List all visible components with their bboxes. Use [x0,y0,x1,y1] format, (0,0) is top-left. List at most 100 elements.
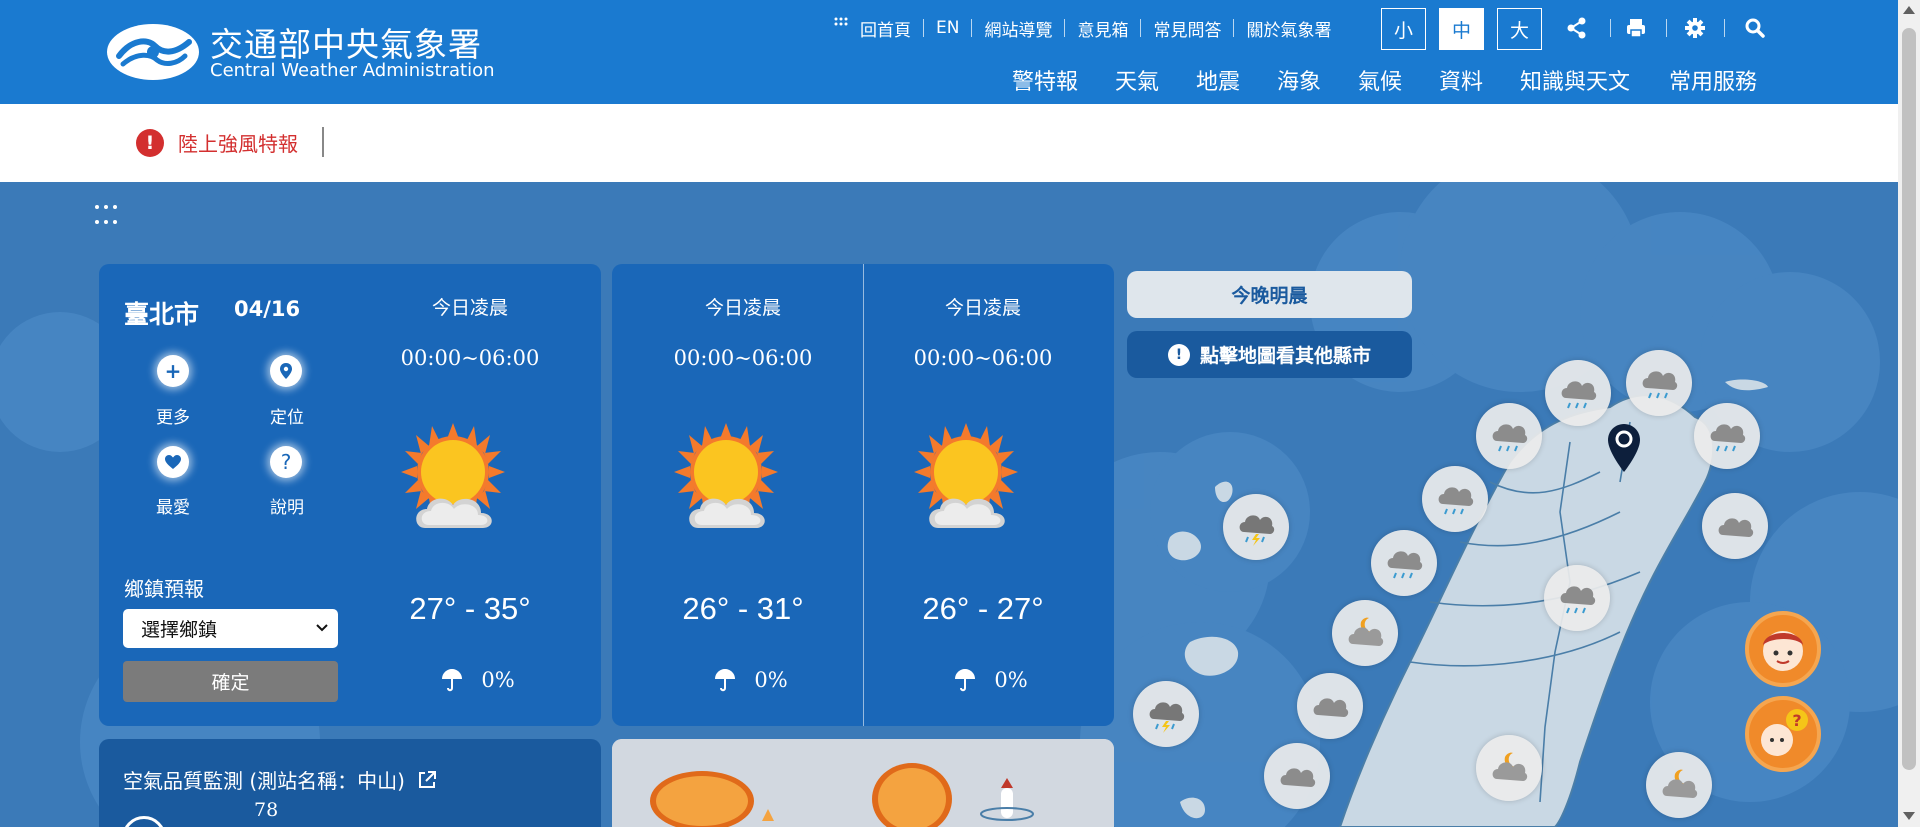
divider [1724,19,1725,37]
gear-icon[interactable] [1684,17,1706,39]
divider [863,264,864,726]
town-forecast-label: 鄉鎮預報 [124,577,204,601]
font-size-medium-button[interactable]: 中 [1439,8,1484,50]
external-link-icon [419,771,437,788]
divider [322,127,324,157]
rain-probability-value: 0% [481,668,515,692]
plus-icon: + [157,355,189,387]
other-counties-label: 點擊地圖看其他縣市 [1199,345,1371,367]
rain-probability: 0% [897,668,1097,692]
util-link-sitemap[interactable]: 網站導覽 [984,16,1052,41]
util-link-feedback[interactable]: 意見箱 [1077,16,1128,41]
grid-menu-icon[interactable] [834,17,848,31]
map-cloudy-icon[interactable] [1264,743,1330,809]
period-time: 00:00~06:00 [673,346,813,370]
site-title-en[interactable]: Central Weather Administration [210,60,494,81]
map-partly-cloudy-night-icon[interactable] [1646,752,1712,818]
air-quality-title-text: 空氣品質監測 (測站名稱：中山) [123,769,405,793]
nav-warnings[interactable]: 警特報 [1012,64,1078,95]
more-label: 更多 [156,408,190,428]
town-select[interactable]: 選擇鄉鎮 [123,609,338,648]
search-icon[interactable] [1744,17,1766,39]
sunny-cloud-icon [401,423,505,528]
town-select-value: 選擇鄉鎮 [141,619,218,641]
nav-climate[interactable]: 氣候 [1358,64,1402,95]
divider [1233,19,1235,37]
nav-weather[interactable]: 天氣 [1115,64,1159,95]
map-partly-cloudy-night-icon[interactable] [1476,735,1542,801]
map-partly-cloudy-night-icon[interactable] [1332,600,1398,666]
map-thunder-rain-icon[interactable] [1133,681,1199,747]
heart-icon [157,446,189,478]
print-icon[interactable] [1625,17,1647,39]
sunny-cloud-icon [674,423,778,528]
map-rain-cloud-icon[interactable] [1476,403,1542,469]
period-label: 今日凌晨 [431,297,508,319]
temperature-range: 26° - 31° [682,591,804,626]
air-quality-value: 78 [254,799,279,821]
confirm-button[interactable]: 確定 [123,661,338,702]
nav-data[interactable]: 資料 [1439,64,1483,95]
map-rain-cloud-icon[interactable] [1545,360,1611,426]
map-rain-cloud-icon[interactable] [1422,466,1488,532]
temperature-range: 27° - 35° [409,591,531,626]
selected-location-pin-icon [1608,424,1640,472]
nav-common-services[interactable]: 常用服務 [1669,64,1757,95]
font-size-large-button[interactable]: 大 [1497,8,1542,50]
divider [971,19,973,37]
locate-label: 定位 [270,408,304,428]
util-link-faq[interactable]: 常見問答 [1153,16,1221,41]
cwa-logo-icon[interactable] [107,24,199,80]
period-time: 00:00~06:00 [913,346,1053,370]
map-rain-cloud-icon[interactable] [1544,565,1610,631]
panel-menu-icon[interactable] [94,204,118,228]
map-cloudy-icon[interactable] [1297,673,1363,739]
period-label: 今日凌晨 [704,297,781,319]
tonight-toggle-button[interactable]: 今晚明晨 [1127,271,1412,318]
rain-probability: 0% [384,668,584,692]
util-link-about[interactable]: 關於氣象署 [1246,16,1331,41]
locate-button[interactable] [266,351,306,391]
divider [1610,19,1611,37]
promo-banner[interactable] [612,739,1114,827]
rain-probability: 0% [657,668,857,692]
nav-knowledge-astronomy[interactable]: 知識與天文 [1520,64,1630,95]
map-rain-cloud-icon[interactable] [1694,403,1760,469]
period-time: 00:00~06:00 [400,346,540,370]
scrollbar-thumb[interactable] [1902,28,1916,770]
favorite-button[interactable] [153,442,193,482]
help-button[interactable]: ? [266,442,306,482]
divider [1666,19,1667,37]
font-size-small-button[interactable]: 小 [1381,8,1426,50]
map-rain-cloud-icon[interactable] [1371,530,1437,596]
help-icon: ? [270,446,302,478]
nav-earthquake[interactable]: 地震 [1196,64,1240,95]
air-quality-title[interactable]: 空氣品質監測 (測站名稱：中山) [123,765,437,794]
svg-text:?: ? [1792,711,1801,730]
more-button[interactable]: + [153,351,193,391]
promo-illustration [612,739,1114,827]
utility-nav: 回首頁 EN 網站導覽 意見箱 常見問答 關於氣象署 [834,16,1331,41]
nav-marine[interactable]: 海象 [1277,64,1321,95]
alert-link[interactable]: 陸上強風特報 [178,128,298,157]
period-label: 今日凌晨 [944,297,1021,319]
help-label: 說明 [270,498,304,518]
scroll-down-arrow-icon[interactable] [1903,812,1915,820]
site-title-zh[interactable]: 交通部中央氣象署 [210,18,482,66]
map-cloudy-icon[interactable] [1702,493,1768,559]
info-icon: ! [1167,343,1190,366]
share-icon[interactable] [1566,17,1588,39]
map-thunder-rain-icon[interactable] [1223,494,1289,560]
other-counties-button[interactable]: ! 點擊地圖看其他縣市 [1127,331,1412,378]
city-name: 臺北市 [124,300,200,329]
util-link-home[interactable]: 回首頁 [860,16,911,41]
util-link-en[interactable]: EN [936,18,959,38]
scroll-up-arrow-icon[interactable] [1903,6,1915,14]
sunny-cloud-icon [914,423,1018,528]
alert-exclamation-icon: ! [136,129,164,157]
map-rain-cloud-icon[interactable] [1626,350,1692,416]
chevron-down-icon [316,624,328,632]
mascot-avatar-icon[interactable] [1745,611,1821,687]
rain-probability-value: 0% [994,668,1028,692]
mascot-help-icon[interactable]: ? [1745,696,1821,772]
